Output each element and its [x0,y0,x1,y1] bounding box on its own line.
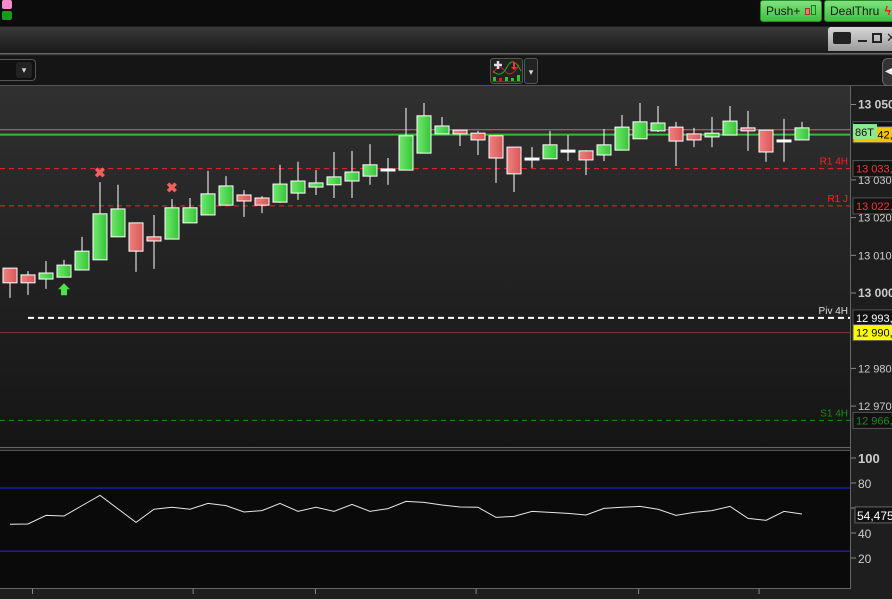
candle-body [542,144,558,160]
sell-signal-x-icon: ✖ [166,179,178,195]
level-label: Piv 4H [819,306,848,317]
candle-body [92,213,108,261]
candles-icon [805,4,817,18]
candle-body [146,236,162,242]
candle-body [218,185,234,206]
sell-signal-x-icon: ✖ [94,164,106,180]
candle-body [344,171,360,182]
candle-body [650,122,666,132]
candle-body [20,274,36,284]
candle-body [668,126,684,142]
price-tag: 12 990, [856,328,892,340]
price-tag: 12 966, [856,415,892,427]
lightning-icon: ϟ [884,4,891,18]
candle-body [110,208,126,238]
chart-toolbar: ▾ ▾ [0,56,892,86]
candle-body [236,194,252,202]
candle-body [488,135,504,159]
level-label: R1 4H [820,157,848,168]
candle-body [470,132,486,141]
osc-tick-label: 40 [858,527,872,541]
window-title-bar [0,27,892,52]
candle-body [452,129,468,135]
window-controls: ✕ [828,27,892,51]
candle-body [290,180,306,194]
app-logo-icon [2,0,12,9]
side-panel-toggle[interactable]: ◀ [882,58,892,86]
osc-tick-label: 20 [858,552,872,566]
candle-body [506,146,522,175]
candle-body [200,193,216,216]
level-label: R1 J [827,194,848,205]
candle-body [704,132,720,138]
candle-body [380,168,396,172]
candle-body [434,125,450,135]
candle-body [686,133,702,141]
top-bar: Push+ DealThru ϟ [0,0,892,26]
candle-body [308,182,324,188]
candle-body [524,157,540,161]
price-tick-label: 13 000 [858,286,892,300]
candle-body [560,149,576,153]
price-tick-label: 13 030 [858,175,892,187]
osc-tick-label: 100 [858,451,880,466]
minimize-icon[interactable] [858,40,867,42]
candle-body [164,207,180,240]
candle-body [776,139,792,143]
keyboard-icon[interactable] [833,32,851,44]
candle-body [794,127,810,141]
candle-body [398,135,414,171]
candle-body [182,207,198,224]
candle-body [614,126,630,151]
candle-body [740,127,756,132]
candle-body [56,264,72,278]
maximize-icon[interactable] [872,33,882,43]
price-tick-label: 12 970 [858,401,892,413]
app-logo-icon-green [2,11,12,20]
candle-body [2,267,18,284]
candle-body [74,250,90,271]
candle-body [128,222,144,252]
candle-body [758,129,774,153]
instrument-dropdown[interactable]: ▾ [0,59,36,81]
price-tag: 13 033, [856,164,892,176]
candle-body [362,164,378,177]
chevron-down-icon[interactable]: ▾ [16,62,32,78]
candle-body [596,144,612,156]
close-icon[interactable]: ✕ [886,30,892,46]
price-chart[interactable]: R1 4HR1 JPiv 4HS1 4H✖✖13 043,13 042,13 0… [0,86,892,599]
indicators-button[interactable] [490,58,523,84]
price-tick-label: 13 050 [858,98,892,112]
candle-body [254,197,270,206]
price-tick-label: 12 980 [858,363,892,375]
indicator-chart-icon [492,61,522,82]
candle-body [578,150,594,161]
price-tag: 12 993, [856,313,892,325]
level-label: S1 4H [820,408,848,419]
candle-body [272,183,288,203]
osc-tick-label: 80 [858,477,872,491]
candle-body [416,115,432,154]
osc-value-tag: 54,475 [857,509,892,523]
candle-body [722,120,738,136]
spread-tag: 86T [855,127,874,139]
candle-body [632,121,648,140]
divider [0,53,892,55]
push-plus-button[interactable]: Push+ [760,0,822,22]
price-tag: 13 022, [856,201,892,213]
price-tick-label: 13 020 [858,213,892,225]
candle-body [38,272,54,280]
indicators-dropdown-button[interactable]: ▾ [524,58,538,84]
candle-body [326,176,342,186]
dealthru-button[interactable]: DealThru ϟ [824,0,892,22]
price-tick-label: 13 010 [858,250,892,262]
oscillator-panel [0,450,850,588]
